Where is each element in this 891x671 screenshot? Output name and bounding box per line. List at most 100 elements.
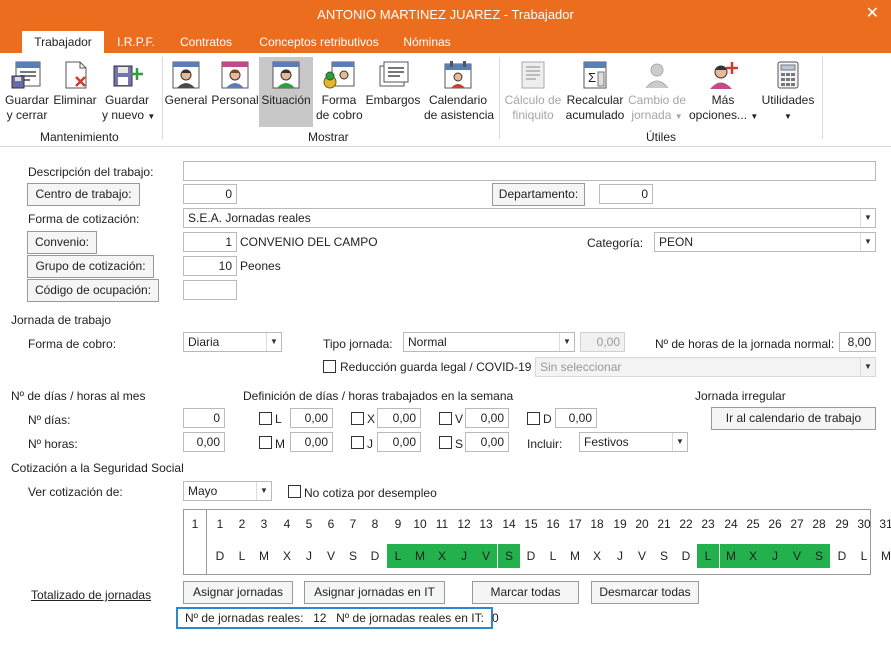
grupo-cotizacion-input[interactable]: 10 bbox=[183, 256, 237, 276]
convenio-button[interactable]: Convenio: bbox=[27, 231, 97, 254]
calendar-day-number[interactable]: 4 bbox=[276, 517, 298, 531]
desmarcar-todas-button[interactable]: Desmarcar todas bbox=[591, 581, 699, 604]
calendar-day-number[interactable]: 6 bbox=[320, 517, 342, 531]
recalculate-button[interactable]: Σ Recalcular acumulado bbox=[565, 57, 625, 123]
calendar-day-worked[interactable]: J bbox=[764, 544, 786, 568]
hours-jueves-input[interactable]: 0,00 bbox=[377, 432, 421, 452]
close-icon[interactable]: ✕ bbox=[866, 3, 879, 23]
n-dias-input[interactable]: 0 bbox=[183, 408, 225, 428]
calendar-day-worked[interactable]: V bbox=[475, 544, 497, 568]
calendar-weekday[interactable]: V bbox=[631, 544, 653, 568]
calendar-day-number[interactable]: 7 bbox=[342, 517, 364, 531]
centro-trabajo-input[interactable]: 0 bbox=[183, 184, 237, 204]
calendar-day-worked[interactable]: J bbox=[453, 544, 475, 568]
checkbox-martes[interactable] bbox=[259, 436, 272, 449]
reduccion-select[interactable]: Sin seleccionar ▼ bbox=[535, 357, 876, 377]
tab-conceptos-retributivos[interactable]: Conceptos retributivos bbox=[248, 31, 390, 53]
tab-contratos[interactable]: Contratos bbox=[170, 31, 242, 53]
save-new-button[interactable]: Guardar y nuevo ▼ bbox=[102, 57, 155, 124]
calendar-day-worked[interactable]: V bbox=[786, 544, 808, 568]
calendar-day-number[interactable]: 3 bbox=[253, 517, 275, 531]
categoria-select[interactable]: PEON ▼ bbox=[654, 232, 876, 252]
checkbox-lunes[interactable] bbox=[259, 412, 272, 425]
calendar-weekday[interactable]: L bbox=[231, 544, 253, 568]
totalizado-jornadas-link[interactable]: Totalizado de jornadas bbox=[31, 588, 151, 602]
calendar-day-number[interactable]: 27 bbox=[786, 517, 808, 531]
calendar-day-number[interactable]: 9 bbox=[387, 517, 409, 531]
hours-martes-input[interactable]: 0,00 bbox=[290, 432, 333, 452]
calendar-day-number[interactable]: 23 bbox=[697, 517, 719, 531]
calendar-weekday[interactable]: D bbox=[520, 544, 542, 568]
checkbox-domingo[interactable] bbox=[527, 412, 540, 425]
calendar-weekday[interactable]: X bbox=[276, 544, 298, 568]
calendar-day-number[interactable]: 22 bbox=[675, 517, 697, 531]
hours-sabado-input[interactable]: 0,00 bbox=[465, 432, 509, 452]
checkbox-sabado[interactable] bbox=[439, 436, 452, 449]
calendar-day-number[interactable]: 30 bbox=[853, 517, 875, 531]
centro-trabajo-button[interactable]: Centro de trabajo: bbox=[27, 183, 140, 206]
calendar-day-number[interactable]: 28 bbox=[808, 517, 830, 531]
calendar-weekday[interactable]: M bbox=[564, 544, 586, 568]
descripcion-input[interactable] bbox=[183, 161, 876, 181]
calendar-weekday[interactable]: J bbox=[298, 544, 320, 568]
calendar-day-number[interactable]: 26 bbox=[764, 517, 786, 531]
calendar-weekday[interactable]: D bbox=[831, 544, 853, 568]
tipo-jornada-select[interactable]: Normal ▼ bbox=[403, 332, 575, 352]
save-close-button[interactable]: Guardar y cerrar bbox=[4, 57, 50, 123]
general-button[interactable]: General bbox=[164, 57, 208, 108]
calendario-trabajo-button[interactable]: Ir al calendario de trabajo bbox=[711, 407, 876, 430]
calendar-day-number[interactable]: 18 bbox=[586, 517, 608, 531]
asignar-jornadas-button[interactable]: Asignar jornadas bbox=[183, 581, 293, 604]
calendar-weekday[interactable]: S bbox=[342, 544, 364, 568]
tab-trabajador[interactable]: Trabajador bbox=[22, 31, 104, 53]
grupo-cotizacion-button[interactable]: Grupo de cotización: bbox=[27, 255, 154, 278]
forma-cobro-select[interactable]: Diaria ▼ bbox=[183, 332, 282, 352]
calendar-weekday[interactable]: D bbox=[209, 544, 231, 568]
incluir-select[interactable]: Festivos ▼ bbox=[579, 432, 688, 452]
marcar-todas-button[interactable]: Marcar todas bbox=[472, 581, 579, 604]
calendar-day-number[interactable]: 24 bbox=[720, 517, 742, 531]
n-horas-input[interactable]: 0,00 bbox=[183, 432, 225, 452]
calendar-day-worked[interactable]: X bbox=[742, 544, 764, 568]
calendar-weekday[interactable]: S bbox=[653, 544, 675, 568]
checkbox-viernes[interactable] bbox=[439, 412, 452, 425]
attendance-calendar-button[interactable]: Calendario de asistencia bbox=[424, 57, 494, 123]
calendar-day-number[interactable]: 21 bbox=[653, 517, 675, 531]
reduccion-checkbox[interactable] bbox=[323, 360, 336, 373]
calendar-weekday[interactable]: M bbox=[253, 544, 275, 568]
calendar-day-number[interactable]: 8 bbox=[364, 517, 386, 531]
calendar-day-worked[interactable]: X bbox=[431, 544, 453, 568]
calendar-day-worked[interactable]: S bbox=[498, 544, 520, 568]
mes-cotizacion-select[interactable]: Mayo ▼ bbox=[183, 481, 272, 501]
calendar-day-number[interactable]: 20 bbox=[631, 517, 653, 531]
calendar-weekday[interactable]: M bbox=[875, 544, 891, 568]
codigo-ocupacion-input[interactable] bbox=[183, 280, 237, 300]
hours-lunes-input[interactable]: 0,00 bbox=[290, 408, 333, 428]
tab-irpf[interactable]: I.R.P.F. bbox=[108, 31, 164, 53]
calendar-day-number[interactable]: 11 bbox=[431, 517, 453, 531]
calendar-day-worked[interactable]: S bbox=[808, 544, 830, 568]
calendar-day-worked[interactable]: L bbox=[387, 544, 409, 568]
calendar-day-number[interactable]: 10 bbox=[409, 517, 431, 531]
calendar-day-number[interactable]: 15 bbox=[520, 517, 542, 531]
hours-viernes-input[interactable]: 0,00 bbox=[465, 408, 509, 428]
calendar-day-number[interactable]: 1 bbox=[209, 517, 231, 531]
calendar-day-number[interactable]: 14 bbox=[498, 517, 520, 531]
tab-nominas[interactable]: Nóminas bbox=[394, 31, 460, 53]
personal-button[interactable]: Personal bbox=[210, 57, 260, 108]
delete-button[interactable]: Eliminar bbox=[52, 57, 98, 108]
more-options-button[interactable]: Más opciones... ▼ bbox=[689, 57, 758, 124]
asignar-jornadas-it-button[interactable]: Asignar jornadas en IT bbox=[304, 581, 445, 604]
departamento-input[interactable]: 0 bbox=[599, 184, 653, 204]
calendar-day-worked[interactable]: L bbox=[697, 544, 719, 568]
calendar-day-number[interactable]: 2 bbox=[231, 517, 253, 531]
calendar-weekday[interactable]: L bbox=[853, 544, 875, 568]
checkbox-miercoles[interactable] bbox=[351, 412, 364, 425]
calendar-day-number[interactable]: 16 bbox=[542, 517, 564, 531]
calendar-day-number[interactable]: 25 bbox=[742, 517, 764, 531]
calendar-day-number[interactable]: 29 bbox=[831, 517, 853, 531]
hours-miercoles-input[interactable]: 0,00 bbox=[377, 408, 421, 428]
calendar-day-worked[interactable]: M bbox=[720, 544, 742, 568]
calendar-weekday[interactable]: D bbox=[675, 544, 697, 568]
codigo-ocupacion-button[interactable]: Código de ocupación: bbox=[27, 279, 159, 302]
